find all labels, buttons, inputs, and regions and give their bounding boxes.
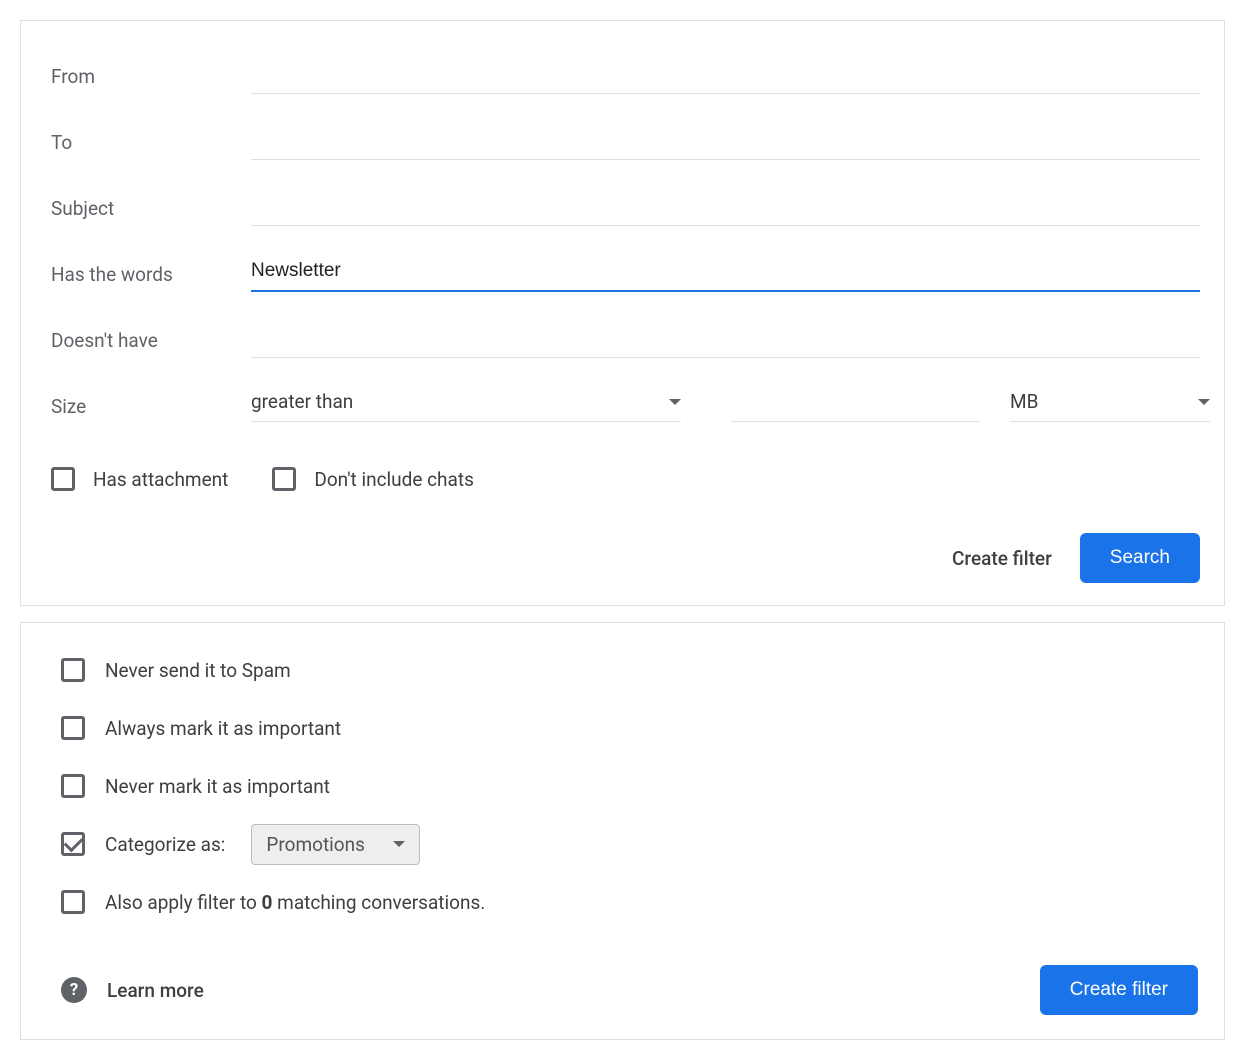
apply-filter-label: Also apply filter to 0 matching conversa… xyxy=(105,891,485,914)
has-words-label: Has the words xyxy=(51,263,251,286)
doesnt-have-label: Doesn't have xyxy=(51,329,251,352)
search-button[interactable]: Search xyxy=(1080,533,1200,583)
size-operator-select[interactable]: greater than xyxy=(251,390,681,422)
search-actions-row: Create filter Search xyxy=(51,533,1200,583)
subject-input[interactable] xyxy=(251,191,1200,226)
learn-more-link[interactable]: Learn more xyxy=(107,979,204,1002)
search-form-panel: From To Subject Has the words Doesn't ha… xyxy=(20,20,1225,606)
has-words-row: Has the words xyxy=(51,241,1200,307)
subject-row: Subject xyxy=(51,175,1200,241)
apply-filter-checkbox[interactable] xyxy=(61,890,85,914)
size-row: Size greater than MB xyxy=(51,373,1200,439)
dont-include-chats-label: Don't include chats xyxy=(314,468,474,491)
to-input[interactable] xyxy=(251,125,1200,160)
dont-include-chats-checkbox[interactable] xyxy=(272,467,296,491)
to-label: To xyxy=(51,131,251,154)
subject-label: Subject xyxy=(51,197,251,220)
never-important-checkbox[interactable] xyxy=(61,774,85,798)
size-operator-value: greater than xyxy=(251,390,353,413)
categorize-value: Promotions xyxy=(266,833,365,856)
never-spam-checkbox[interactable] xyxy=(61,658,85,682)
apply-filter-prefix: Also apply filter to xyxy=(105,891,262,914)
has-words-input[interactable] xyxy=(251,256,1200,292)
size-unit-select[interactable]: MB xyxy=(1010,390,1210,422)
dont-include-chats-item: Don't include chats xyxy=(272,467,474,491)
never-important-row: Never mark it as important xyxy=(61,757,1198,815)
to-row: To xyxy=(51,109,1200,175)
filter-footer-row: ? Learn more Create filter xyxy=(61,965,1198,1015)
size-amount-input[interactable] xyxy=(731,390,980,422)
filter-options-panel: Never send it to Spam Always mark it as … xyxy=(20,622,1225,1040)
help-icon[interactable]: ? xyxy=(61,977,87,1003)
has-attachment-label: Has attachment xyxy=(93,468,228,491)
categorize-select[interactable]: Promotions xyxy=(251,824,420,865)
caret-down-icon xyxy=(669,399,681,405)
never-spam-label: Never send it to Spam xyxy=(105,659,291,682)
from-label: From xyxy=(51,65,251,88)
apply-filter-suffix: matching conversations. xyxy=(272,891,485,914)
categorize-label: Categorize as: xyxy=(105,833,225,856)
has-attachment-item: Has attachment xyxy=(51,467,228,491)
from-row: From xyxy=(51,43,1200,109)
caret-down-icon xyxy=(1198,399,1210,405)
apply-filter-count: 0 xyxy=(262,891,273,914)
size-unit-value: MB xyxy=(1010,390,1038,413)
caret-down-icon xyxy=(393,841,405,847)
categorize-checkbox[interactable] xyxy=(61,832,85,856)
create-filter-button[interactable]: Create filter xyxy=(1040,965,1198,1015)
size-label: Size xyxy=(51,395,251,418)
categorize-row: Categorize as: Promotions xyxy=(61,815,1198,873)
create-filter-link[interactable]: Create filter xyxy=(952,547,1052,570)
never-important-label: Never mark it as important xyxy=(105,775,330,798)
from-input[interactable] xyxy=(251,59,1200,94)
footer-left: ? Learn more xyxy=(61,977,204,1003)
always-important-label: Always mark it as important xyxy=(105,717,341,740)
search-checkboxes-row: Has attachment Don't include chats xyxy=(51,467,1200,491)
doesnt-have-row: Doesn't have xyxy=(51,307,1200,373)
always-important-row: Always mark it as important xyxy=(61,699,1198,757)
never-spam-row: Never send it to Spam xyxy=(61,641,1198,699)
always-important-checkbox[interactable] xyxy=(61,716,85,740)
has-attachment-checkbox[interactable] xyxy=(51,467,75,491)
doesnt-have-input[interactable] xyxy=(251,323,1200,358)
apply-filter-row: Also apply filter to 0 matching conversa… xyxy=(61,873,1198,931)
